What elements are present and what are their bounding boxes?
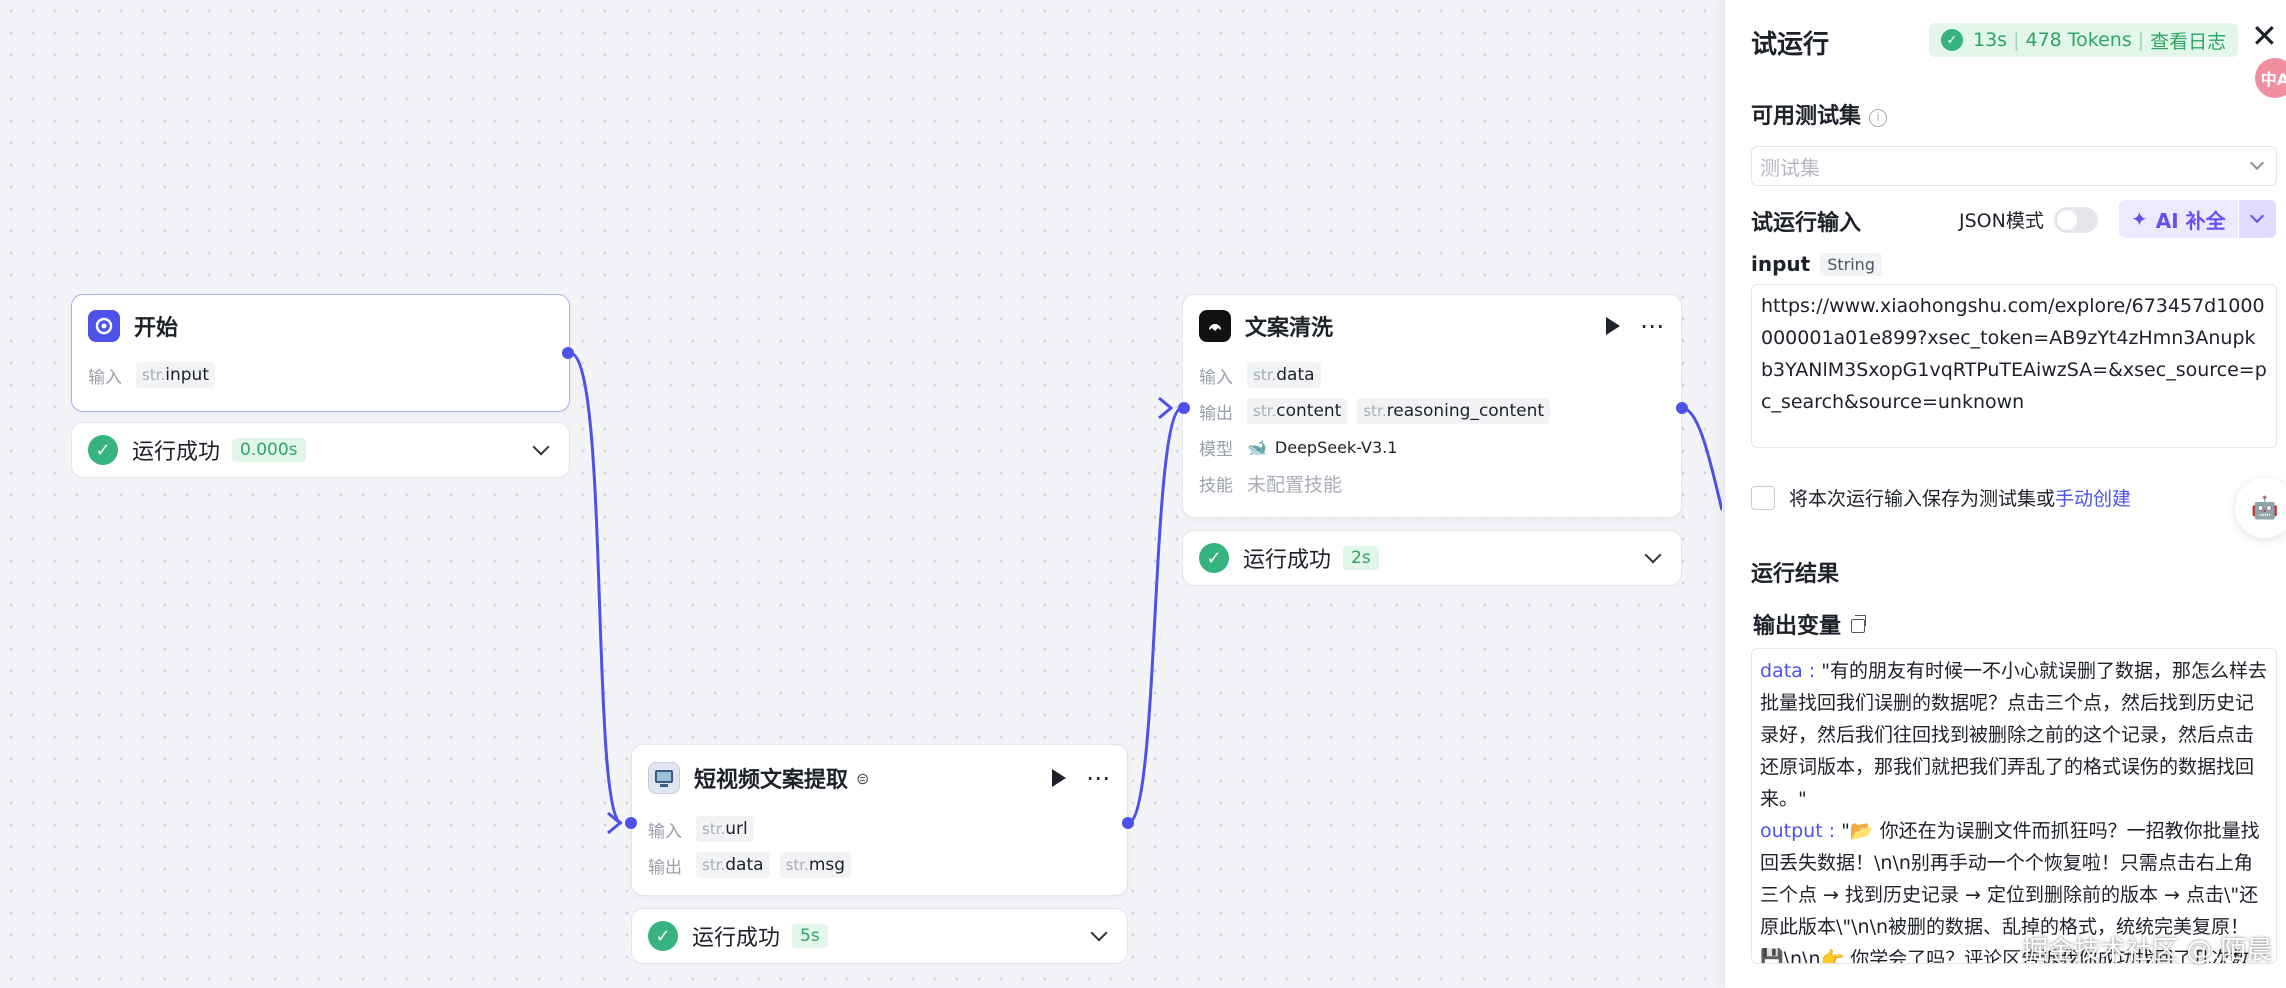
run-tokens: 478 Tokens bbox=[2025, 29, 2132, 51]
extract-input-port[interactable] bbox=[625, 817, 637, 829]
save-testset-row: 将本次运行输入保存为测试集或 手动创建 bbox=[1751, 484, 2131, 511]
json-mode-label: JSON模式 bbox=[1959, 210, 2044, 232]
save-testset-text: 将本次运行输入保存为测试集或 bbox=[1789, 488, 2056, 510]
plugin-badge-icon: ⊜ bbox=[856, 768, 870, 788]
edge-start-extract bbox=[569, 351, 623, 825]
success-check-icon: ✓ bbox=[88, 435, 118, 465]
output-value: "有的朋友有时候一不小心就误删了数据，那怎么样去批量找回我们误删的数据呢？点击三… bbox=[1760, 660, 2268, 810]
deepseek-icon: 🐋 bbox=[1247, 437, 1267, 457]
success-check-icon: ✓ bbox=[1941, 29, 1963, 51]
output-data-entry: data : "有的朋友有时候一不小心就误删了数据，那怎么样去批量找回我们误删的… bbox=[1760, 660, 2268, 810]
arrow-extract bbox=[607, 811, 623, 835]
type-tag: String bbox=[1820, 252, 1882, 276]
success-check-icon: ✓ bbox=[648, 921, 678, 951]
extract-output-port[interactable] bbox=[1122, 817, 1134, 829]
run-stats-badge: ✓ 13s | 478 Tokens | 查看日志 bbox=[1929, 23, 2239, 57]
input-label: 输入 bbox=[1199, 367, 1233, 388]
workflow-canvas[interactable]: 开始 输入 str.input ✓ 运行成功 0.000s 文案清洗 ⋯ 输入 … bbox=[0, 0, 1722, 988]
manual-create-link[interactable]: 手动创建 bbox=[2055, 484, 2131, 511]
input-label: 输入 bbox=[648, 821, 682, 842]
output-label: 输出 bbox=[648, 857, 682, 878]
sparkle-icon: ✦ bbox=[2131, 207, 2148, 231]
input-field-label: input String bbox=[1751, 252, 1882, 276]
ai-fill-button-group: ✦ AI 补全 bbox=[2119, 200, 2276, 238]
assistant-bot-icon[interactable]: 🤖 bbox=[2235, 478, 2286, 538]
trial-input-label: 试运行输入 bbox=[1751, 211, 1862, 236]
result-label: 运行结果 bbox=[1751, 562, 1840, 587]
edge-clean-out bbox=[1681, 406, 1722, 511]
node-start[interactable]: 开始 输入 str.input bbox=[71, 294, 570, 412]
output-label: 输出 bbox=[1199, 403, 1233, 424]
input-var-tag: str.input bbox=[136, 362, 215, 388]
watermark: 掘金技术社区 @ 陌晨 bbox=[2022, 936, 2273, 966]
input-var-tag: str.data bbox=[1247, 362, 1321, 388]
testset-select[interactable]: 测试集 bbox=[1751, 146, 2277, 186]
node-title: 文案清洗 bbox=[1245, 316, 1334, 341]
view-log-link[interactable]: 查看日志 bbox=[2150, 27, 2226, 54]
node-extract[interactable]: 短视频文案提取 ⊜ ⋯ 输入 str.url 输出 str.data str.m… bbox=[631, 744, 1128, 896]
more-icon[interactable]: ⋯ bbox=[1640, 314, 1665, 338]
output-var-tag: str.content bbox=[1247, 398, 1348, 424]
status-text: 运行成功 bbox=[1243, 548, 1332, 573]
output-var-tag: str.data bbox=[696, 852, 770, 878]
panel-title: 试运行 bbox=[1751, 30, 1830, 60]
play-icon[interactable] bbox=[1052, 769, 1066, 787]
start-output-port[interactable] bbox=[562, 347, 574, 359]
save-testset-checkbox[interactable] bbox=[1751, 485, 1775, 510]
success-check-icon: ✓ bbox=[1199, 543, 1229, 573]
output-key: output bbox=[1760, 820, 1823, 842]
start-node-icon bbox=[88, 310, 120, 342]
skill-label: 技能 bbox=[1199, 475, 1233, 496]
ai-fill-button[interactable]: ✦ AI 补全 bbox=[2119, 200, 2238, 238]
input-label: 输入 bbox=[88, 367, 122, 388]
output-key: data bbox=[1760, 660, 1803, 682]
duration-badge: 0.000s bbox=[232, 438, 306, 462]
skill-value: 未配置技能 bbox=[1247, 473, 1343, 496]
clean-output-port[interactable] bbox=[1676, 402, 1688, 414]
chevron-down-icon[interactable] bbox=[532, 438, 550, 456]
edge-extract-clean bbox=[1127, 406, 1183, 825]
ai-fill-dropdown[interactable] bbox=[2237, 200, 2276, 238]
status-text: 运行成功 bbox=[132, 440, 221, 465]
clean-input-port[interactable] bbox=[1178, 402, 1190, 414]
chevron-down-icon bbox=[2249, 155, 2265, 171]
play-icon[interactable] bbox=[1606, 317, 1620, 335]
arrow-clean bbox=[1158, 396, 1174, 420]
json-mode-toggle[interactable] bbox=[2053, 206, 2098, 233]
output-var-tag: str.reasoning_content bbox=[1357, 398, 1551, 424]
output-vars-label: 输出变量 bbox=[1753, 608, 1867, 640]
duration-badge: 2s bbox=[1343, 546, 1379, 570]
extract-status[interactable]: ✓ 运行成功 5s bbox=[631, 908, 1128, 964]
input-textarea[interactable]: https://www.xiaohongshu.com/explore/6734… bbox=[1751, 284, 2277, 448]
status-text: 运行成功 bbox=[692, 926, 781, 951]
node-title: 开始 bbox=[134, 316, 179, 341]
close-icon[interactable]: ✕ bbox=[2251, 20, 2278, 52]
output-var-tag: str.msg bbox=[779, 852, 852, 878]
plugin-node-icon bbox=[648, 762, 680, 794]
duration-badge: 5s bbox=[792, 924, 828, 948]
chevron-down-icon[interactable] bbox=[1644, 546, 1662, 564]
json-mode-toggle-group: JSON模式 bbox=[1959, 206, 2098, 233]
node-title: 短视频文案提取 bbox=[694, 768, 849, 793]
copy-icon[interactable] bbox=[1851, 615, 1867, 633]
run-duration: 13s bbox=[1973, 29, 2008, 51]
output-variables-box: data : "有的朋友有时候一不小心就误删了数据，那怎么样去批量找回我们误删的… bbox=[1751, 648, 2277, 964]
more-icon[interactable]: ⋯ bbox=[1086, 766, 1111, 790]
model-name: DeepSeek-V3.1 bbox=[1274, 437, 1398, 457]
llm-node-icon bbox=[1199, 310, 1231, 342]
node-clean[interactable]: 文案清洗 ⋯ 输入 str.data 输出 str.content str.re… bbox=[1182, 294, 1682, 518]
chevron-down-icon[interactable] bbox=[1090, 924, 1108, 942]
chevron-down-icon bbox=[2250, 208, 2265, 224]
test-run-panel: 试运行 ✓ 13s | 478 Tokens | 查看日志 ✕ 中A 可用测试集… bbox=[1724, 0, 2286, 988]
clean-status[interactable]: ✓ 运行成功 2s bbox=[1182, 530, 1682, 586]
model-label: 模型 bbox=[1199, 439, 1233, 460]
translate-icon[interactable]: 中A bbox=[2255, 58, 2286, 98]
testset-label: 可用测试集 i bbox=[1751, 98, 1888, 130]
input-var-tag: str.url bbox=[696, 816, 754, 842]
start-status[interactable]: ✓ 运行成功 0.000s bbox=[71, 422, 570, 478]
info-icon[interactable]: i bbox=[1869, 109, 1888, 127]
